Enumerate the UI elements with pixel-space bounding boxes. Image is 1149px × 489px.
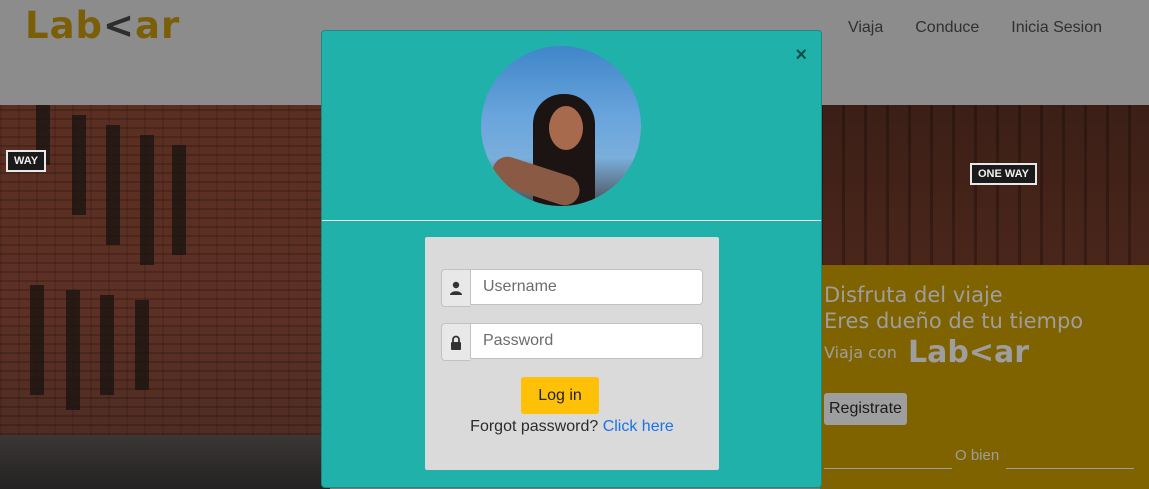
promo-line-2: Eres dueño de tu tiempo xyxy=(824,309,1084,333)
forgot-link[interactable]: Click here xyxy=(603,418,674,435)
hero-photo-right: ONE WAY xyxy=(820,105,1149,265)
or-text: O bien xyxy=(955,447,1000,464)
or-divider-left xyxy=(824,468,952,469)
street-sign-left: WAY xyxy=(6,150,47,172)
main-nav: Viaja Conduce Inicia Sesion xyxy=(848,19,1102,37)
promo-panel: Disfruta del viaje Eres dueño de tu tiem… xyxy=(820,265,1149,489)
nav-link-conduce[interactable]: Conduce xyxy=(915,19,979,37)
hero-photo-left: WAY xyxy=(0,105,330,489)
login-button[interactable]: Log in xyxy=(521,377,599,414)
avatar-face xyxy=(549,106,583,150)
username-input[interactable] xyxy=(470,269,703,305)
username-group xyxy=(441,269,703,307)
forgot-password: Forgot password? Click here xyxy=(425,418,719,436)
login-form: Log in Forgot password? Click here xyxy=(425,237,719,470)
login-modal: × Log in Forgot password? Click here xyxy=(321,30,822,488)
user-avatar xyxy=(481,46,641,206)
street-with-cars xyxy=(0,435,330,489)
building-window xyxy=(172,145,186,255)
building-window xyxy=(106,125,120,245)
building-window xyxy=(140,135,154,265)
building-window xyxy=(135,300,149,390)
promo-line-1: Disfruta del viaje xyxy=(824,283,1003,307)
building-window xyxy=(66,290,80,410)
modal-divider xyxy=(322,220,821,221)
promo-logo-left: Lab xyxy=(908,335,969,370)
nav-link-viaja[interactable]: Viaja xyxy=(848,19,883,37)
user-icon xyxy=(441,269,470,307)
password-group xyxy=(441,323,703,361)
promo-logo: Lab<ar xyxy=(908,335,1029,370)
street-sign-right: ONE WAY xyxy=(970,163,1037,185)
nav-link-inicia-sesion[interactable]: Inicia Sesion xyxy=(1011,19,1102,37)
promo-viaja-con: Viaja con xyxy=(824,343,897,362)
promo-logo-chevron: < xyxy=(968,335,994,370)
lock-icon xyxy=(441,323,470,361)
forgot-text: Forgot password? xyxy=(470,418,599,435)
or-divider-right xyxy=(1006,468,1134,469)
building-window xyxy=(72,115,86,215)
building-window xyxy=(100,295,114,395)
promo-logo-right: ar xyxy=(993,335,1030,370)
building-window xyxy=(30,285,44,395)
logo-text-right: ar xyxy=(135,4,181,47)
logo-text-left: Lab xyxy=(25,4,104,47)
close-icon[interactable]: × xyxy=(795,45,807,65)
logo-chevron: < xyxy=(103,4,136,47)
password-input[interactable] xyxy=(470,323,703,359)
brand-logo[interactable]: Lab<ar xyxy=(25,4,180,47)
register-button[interactable]: Registrate xyxy=(824,393,907,425)
